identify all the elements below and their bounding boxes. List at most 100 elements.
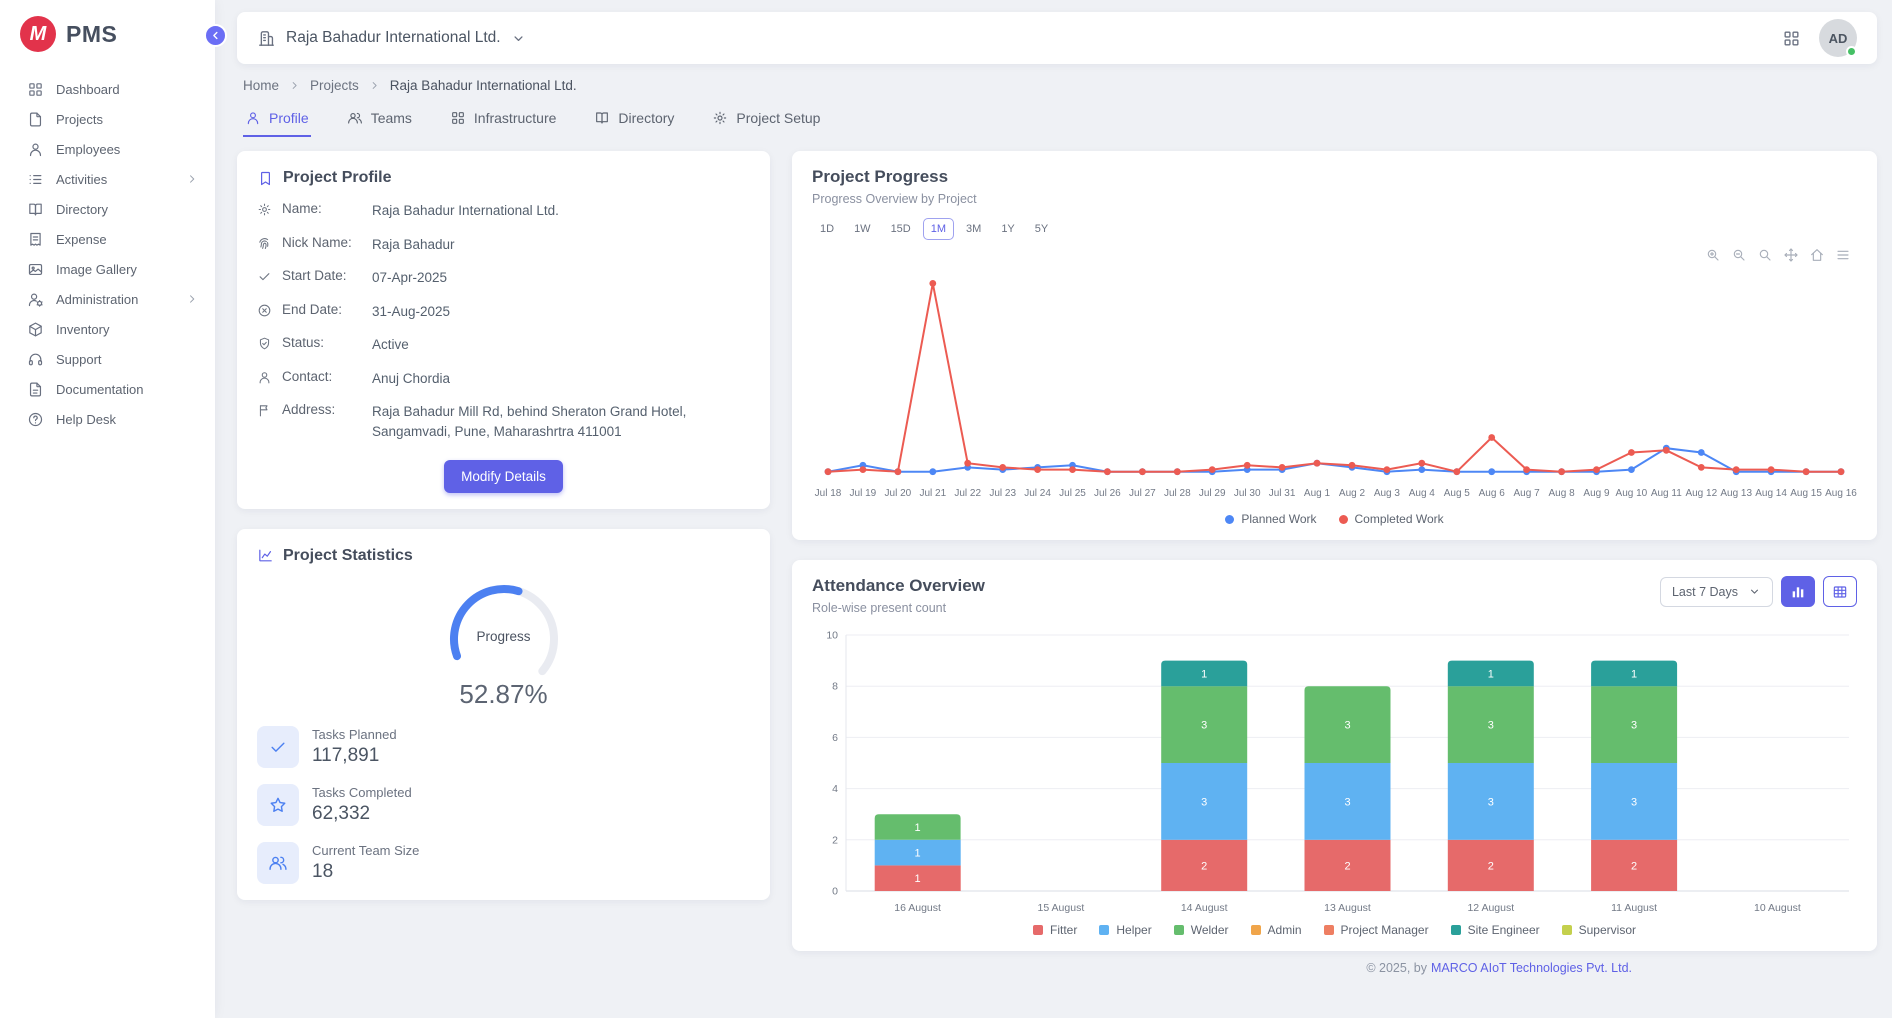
svg-text:Jul 19: Jul 19: [850, 488, 877, 499]
tab-project-setup[interactable]: Project Setup: [710, 105, 822, 137]
svg-text:Aug 13: Aug 13: [1720, 488, 1752, 499]
range-button-1w[interactable]: 1W: [846, 218, 879, 240]
breadcrumb-item: Raja Bahadur International Ltd.: [390, 78, 577, 93]
chart-view-button[interactable]: [1781, 576, 1815, 607]
legend-item-site-engineer: Site Engineer: [1451, 923, 1540, 937]
svg-text:3: 3: [1631, 720, 1637, 732]
field-value: Anuj Chordia: [372, 369, 750, 389]
sidebar-item-projects[interactable]: Projects: [0, 104, 215, 134]
button-row: Modify Details: [257, 460, 750, 493]
pan-icon[interactable]: [1783, 247, 1799, 263]
sidebar-item-directory[interactable]: Directory: [0, 194, 215, 224]
logo[interactable]: M PMS: [0, 0, 215, 66]
svg-text:2: 2: [1201, 860, 1207, 872]
svg-text:3: 3: [1488, 720, 1494, 732]
field-value: Raja Bahadur: [372, 235, 750, 255]
home-icon[interactable]: [1809, 247, 1825, 263]
check-icon: [257, 726, 299, 768]
sidebar-item-inventory[interactable]: Inventory: [0, 314, 215, 344]
footer-text: © 2025, by: [1366, 961, 1427, 975]
breadcrumb-item[interactable]: Home: [243, 78, 279, 93]
zoom-in-icon[interactable]: [1705, 247, 1721, 263]
tab-infrastructure[interactable]: Infrastructure: [448, 105, 558, 137]
sidebar-item-label: Inventory: [56, 322, 199, 337]
range-button-15d[interactable]: 15D: [883, 218, 919, 240]
tab-teams[interactable]: Teams: [345, 105, 414, 137]
avatar[interactable]: AD: [1819, 19, 1857, 57]
legend-label: Helper: [1116, 923, 1151, 937]
sidebar-item-label: Activities: [56, 172, 173, 187]
legend-item-admin: Admin: [1251, 923, 1302, 937]
svg-text:10 August: 10 August: [1754, 902, 1801, 914]
sidebar-item-support[interactable]: Support: [0, 344, 215, 374]
chevron-right-icon: [185, 172, 199, 186]
svg-text:15 August: 15 August: [1038, 902, 1085, 914]
date-range-select[interactable]: Last 7 Days: [1660, 577, 1773, 607]
svg-text:Aug 1: Aug 1: [1304, 488, 1331, 499]
chart-toolbar: [1705, 247, 1851, 263]
range-button-3m[interactable]: 3M: [958, 218, 989, 240]
zoom-out-icon[interactable]: [1731, 247, 1747, 263]
breadcrumb-item[interactable]: Projects: [310, 78, 359, 93]
range-button-5y[interactable]: 5Y: [1027, 218, 1056, 240]
range-button-1d[interactable]: 1D: [812, 218, 842, 240]
svg-text:Aug 2: Aug 2: [1339, 488, 1366, 499]
legend-label: Supervisor: [1579, 923, 1636, 937]
sidebar-item-image-gallery[interactable]: Image Gallery: [0, 254, 215, 284]
range-button-1m[interactable]: 1M: [923, 218, 954, 240]
sidebar-collapse-button[interactable]: [204, 24, 227, 47]
user-icon: [27, 141, 44, 158]
footer-company-link[interactable]: MARCO AIoT Technologies Pvt. Ltd.: [1431, 961, 1632, 975]
legend-label: Admin: [1268, 923, 1302, 937]
sidebar-item-dashboard[interactable]: Dashboard: [0, 74, 215, 104]
sidebar-item-activities[interactable]: Activities: [0, 164, 215, 194]
tab-directory[interactable]: Directory: [592, 105, 676, 137]
line-chart-legend: Planned WorkCompleted Work: [812, 512, 1857, 526]
company-selector[interactable]: Raja Bahadur International Ltd.: [257, 29, 526, 48]
svg-text:1: 1: [1488, 668, 1494, 680]
apps-grid-icon[interactable]: [1782, 29, 1801, 48]
modify-details-button[interactable]: Modify Details: [444, 460, 563, 493]
sidebar-item-expense[interactable]: Expense: [0, 224, 215, 254]
sidebar-item-label: Support: [56, 352, 199, 367]
sidebar-item-employees[interactable]: Employees: [0, 134, 215, 164]
stat-text: Current Team Size18: [312, 843, 419, 883]
star-icon: [257, 784, 299, 826]
svg-text:Jul 24: Jul 24: [1024, 488, 1051, 499]
svg-text:1: 1: [1201, 668, 1207, 680]
attendance-overview-card: Attendance Overview Role-wise present co…: [792, 560, 1877, 951]
sidebar-item-documentation[interactable]: Documentation: [0, 374, 215, 404]
legend-swatch: [1174, 925, 1184, 935]
search-icon[interactable]: [1757, 247, 1773, 263]
sidebar-item-help-desk[interactable]: Help Desk: [0, 404, 215, 434]
menu-icon[interactable]: [1835, 247, 1851, 263]
range-button-1y[interactable]: 1Y: [993, 218, 1022, 240]
svg-text:Jul 30: Jul 30: [1234, 488, 1261, 499]
tab-profile[interactable]: Profile: [243, 105, 311, 137]
legend-label: Completed Work: [1355, 512, 1444, 526]
stat-value: 62,332: [312, 803, 412, 825]
svg-text:Jul 20: Jul 20: [885, 488, 912, 499]
stat-row-current-team-size: Current Team Size18: [257, 842, 750, 884]
project-progress-chart[interactable]: Jul 18Jul 19Jul 20Jul 21Jul 22Jul 23Jul …: [812, 242, 1857, 510]
sidebar-item-label: Projects: [56, 112, 199, 127]
legend-label: Fitter: [1050, 923, 1077, 937]
tab-label: Teams: [371, 110, 412, 126]
svg-text:Aug 9: Aug 9: [1583, 488, 1610, 499]
profile-field: End Date:31-Aug-2025: [257, 302, 750, 322]
attendance-chart[interactable]: 024681016 August11115 August14 August233…: [812, 621, 1857, 921]
sidebar-item-label: Dashboard: [56, 82, 199, 97]
sidebar-item-administration[interactable]: Administration: [0, 284, 215, 314]
book-icon: [27, 201, 44, 218]
shield-check-icon: [257, 336, 272, 351]
svg-text:Aug 6: Aug 6: [1479, 488, 1506, 499]
table-view-button[interactable]: [1823, 576, 1857, 607]
content-grid: Project Profile Name:Raja Bahadur Intern…: [237, 151, 1877, 951]
chevron-right-icon: [368, 79, 381, 92]
profile-field: Nick Name:Raja Bahadur: [257, 235, 750, 255]
tab-label: Project Setup: [736, 110, 820, 126]
users-icon: [257, 842, 299, 884]
sidebar: M PMS Dashboard Projects Employees Activiti…: [0, 0, 215, 1018]
chevron-right-icon: [185, 292, 199, 306]
legend-label: Project Manager: [1341, 923, 1429, 937]
